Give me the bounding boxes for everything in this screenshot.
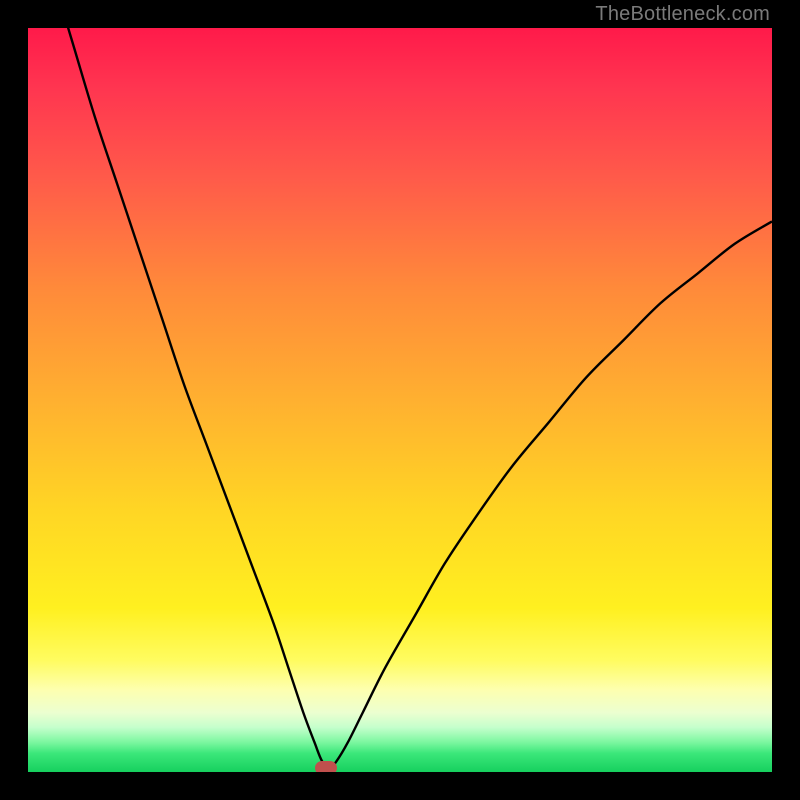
bottleneck-curve-path — [28, 28, 772, 768]
bottleneck-curve-svg — [28, 28, 772, 772]
watermark-text: TheBottleneck.com — [595, 3, 770, 26]
plot-area — [28, 28, 772, 772]
chart-frame: TheBottleneck.com — [0, 0, 800, 800]
optimal-point-marker — [315, 761, 337, 772]
